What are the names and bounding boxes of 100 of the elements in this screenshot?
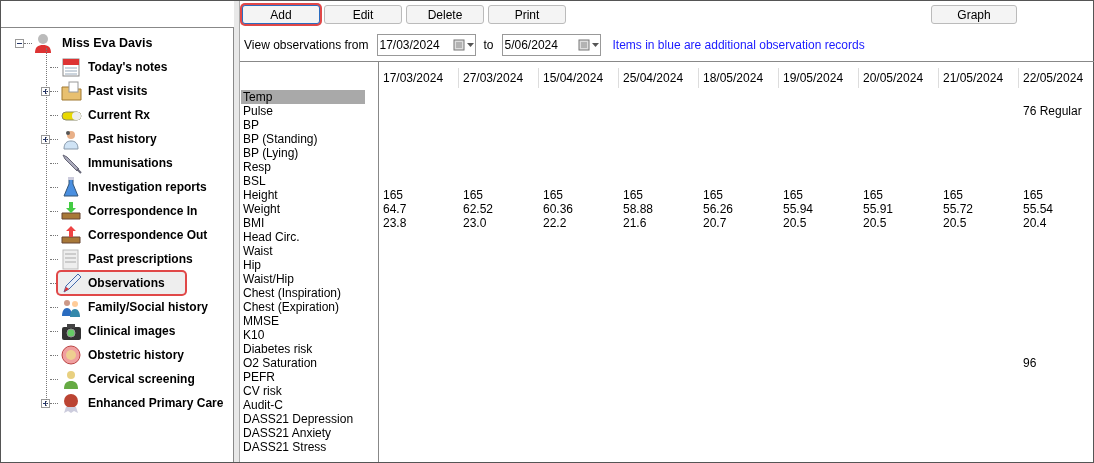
table-cell-text: 20.5 xyxy=(782,216,808,230)
tree-item[interactable]: Past visits xyxy=(58,80,150,102)
tree-item[interactable]: Current Rx xyxy=(58,104,152,126)
row-label[interactable]: Height xyxy=(241,188,365,202)
row-label[interactable]: Diabetes risk xyxy=(241,342,365,356)
table-cell-text: 56.26 xyxy=(702,202,735,216)
legend-note: Items in blue are additional observation records xyxy=(612,36,865,54)
table-cell-text: 76 Regular xyxy=(1022,104,1083,118)
table-cell-text: 165 xyxy=(942,188,965,202)
table-cell-text: 20.5 xyxy=(862,216,888,230)
tree-item[interactable]: Cervical screening xyxy=(58,368,197,390)
column-header: 20/05/2024 xyxy=(859,68,939,88)
toolbar-button[interactable]: Delete xyxy=(406,5,484,24)
column-header: 27/03/2024 xyxy=(459,68,539,88)
tree-item[interactable]: Correspondence In xyxy=(58,200,200,222)
table-cell-text: 23.8 xyxy=(382,216,408,230)
tree-item-icon xyxy=(60,128,82,150)
row-label[interactable]: DASS21 Depression xyxy=(241,412,365,426)
row-label[interactable]: Chest (Inspiration) xyxy=(241,286,365,300)
table-cell-text: 165 xyxy=(382,188,405,202)
table-cell-text: 23.0 xyxy=(462,216,488,230)
tree-item-icon xyxy=(60,80,82,102)
table-cell-text: 55.54 xyxy=(1022,202,1055,216)
row-label[interactable]: DASS21 Stress xyxy=(241,440,365,454)
table-cell-text: 62.52 xyxy=(462,202,495,216)
row-label[interactable]: Resp xyxy=(241,160,365,174)
row-label[interactable]: CV risk xyxy=(241,384,365,398)
filter-label: View observations from xyxy=(244,36,369,54)
tree-item[interactable]: Obstetric history xyxy=(58,344,187,366)
row-label[interactable]: MMSE xyxy=(241,314,365,328)
calendar-dropdown-icon xyxy=(577,38,600,51)
table-cell-text: 165 xyxy=(862,188,885,202)
tree-item-icon xyxy=(60,56,82,78)
table-cell-text: 165 xyxy=(462,188,485,202)
column-header: 15/04/2024 xyxy=(539,68,619,88)
graph-button[interactable]: Graph xyxy=(931,5,1017,24)
tree-item[interactable]: Past prescriptions xyxy=(58,248,195,270)
tree-item[interactable]: Enhanced Primary Care xyxy=(58,392,226,414)
table-cell-text: 58.88 xyxy=(622,202,655,216)
tree-item[interactable]: Past history xyxy=(58,128,159,150)
table-cell-text: 20.5 xyxy=(942,216,968,230)
column-header: 18/05/2024 xyxy=(699,68,779,88)
table-cell-text: 55.91 xyxy=(862,202,895,216)
tree-item-icon xyxy=(60,344,82,366)
table-cell-text: 165 xyxy=(702,188,725,202)
table-cell-text: 165 xyxy=(622,188,645,202)
row-label[interactable]: Waist/Hip xyxy=(241,272,365,286)
collapse-icon[interactable] xyxy=(15,38,24,48)
column-header: 22/05/2024 xyxy=(1019,68,1094,88)
row-label[interactable]: Audit-C xyxy=(241,398,365,412)
row-label[interactable]: BSL xyxy=(241,174,365,188)
patient-name[interactable]: Miss Eva Davis xyxy=(62,33,153,53)
expand-icon[interactable] xyxy=(41,398,50,408)
tree-item-icon xyxy=(60,248,82,270)
toolbar-button[interactable]: Edit xyxy=(324,5,402,24)
column-header: 25/04/2024 xyxy=(619,68,699,88)
row-label[interactable]: BP (Standing) xyxy=(241,132,365,146)
row-label[interactable]: BMI xyxy=(241,216,365,230)
tree-item-icon xyxy=(60,200,82,222)
row-label[interactable]: Hip xyxy=(241,258,365,272)
table-cell-text: 22.2 xyxy=(542,216,568,230)
row-label[interactable]: Chest (Expiration) xyxy=(241,300,365,314)
row-label[interactable]: K10 xyxy=(241,328,365,342)
tree-item-icon xyxy=(60,152,82,174)
row-label[interactable]: DASS21 Anxiety xyxy=(241,426,365,440)
date-picker[interactable]: 17/03/2024 xyxy=(376,33,476,56)
person-icon xyxy=(32,32,54,54)
tree-item[interactable]: Immunisations xyxy=(58,152,175,174)
row-label[interactable]: Head Circ. xyxy=(241,230,365,244)
tree-item[interactable]: Clinical images xyxy=(58,320,178,342)
tree-item[interactable]: Investigation reports xyxy=(58,176,209,198)
table-cell-text: 55.94 xyxy=(782,202,815,216)
tree-item[interactable]: Observations xyxy=(58,272,185,294)
row-label[interactable]: BP xyxy=(241,118,365,132)
row-label[interactable]: Temp xyxy=(241,90,365,104)
row-label[interactable]: PEFR xyxy=(241,370,365,384)
expand-icon[interactable] xyxy=(41,134,50,144)
row-label[interactable]: Pulse xyxy=(241,104,365,118)
toolbar-button[interactable]: Print xyxy=(488,5,566,24)
tree-item[interactable]: Today's notes xyxy=(58,56,170,78)
table-cell-text: 165 xyxy=(1022,188,1045,202)
toolbar-button[interactable]: Add xyxy=(242,5,320,24)
column-header: 19/05/2024 xyxy=(779,68,859,88)
expand-icon[interactable] xyxy=(41,86,50,96)
row-label[interactable]: BP (Lying) xyxy=(241,146,365,160)
row-label[interactable]: Weight xyxy=(241,202,365,216)
table-cell-text: 20.7 xyxy=(702,216,728,230)
tree-item[interactable]: Family/Social history xyxy=(58,296,211,318)
table-cell-text: 165 xyxy=(542,188,565,202)
table-cell-text: 20.4 xyxy=(1022,216,1048,230)
table-cell-text: 64.7 xyxy=(382,202,408,216)
table-cell-text: 165 xyxy=(782,188,805,202)
to-label: to xyxy=(483,36,494,54)
tree-item[interactable]: Correspondence Out xyxy=(58,224,210,246)
date-picker[interactable]: 5/06/2024 xyxy=(501,33,601,56)
table-cell-text: 55.72 xyxy=(942,202,975,216)
row-label[interactable]: Waist xyxy=(241,244,365,258)
calendar-dropdown-icon xyxy=(452,38,475,51)
row-label[interactable]: O2 Saturation xyxy=(241,356,365,370)
table-cell-text: 21.6 xyxy=(622,216,648,230)
